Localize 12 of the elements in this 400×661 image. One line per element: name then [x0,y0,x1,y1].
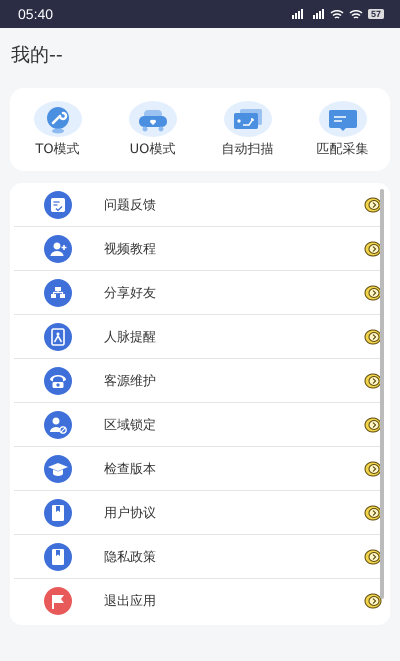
battery-level: 57 [368,9,384,19]
shortcut-label[interactable]: UO模式 [130,140,176,158]
shortcut-label[interactable]: 匹配采集 [316,140,368,158]
wifi-icon [348,8,363,20]
clock-time: 05:40 [18,6,54,22]
page-title: 我的-- [10,43,64,68]
arrow-circle-icon [364,593,382,609]
shortcut-label[interactable]: TO模式 [35,140,80,158]
wifi-icon [330,8,344,20]
menu-item[interactable]: 退出应用 [14,579,384,623]
shortcut-label[interactable]: 自动扫描 [222,140,274,158]
scrollbar[interactable] [380,189,384,599]
